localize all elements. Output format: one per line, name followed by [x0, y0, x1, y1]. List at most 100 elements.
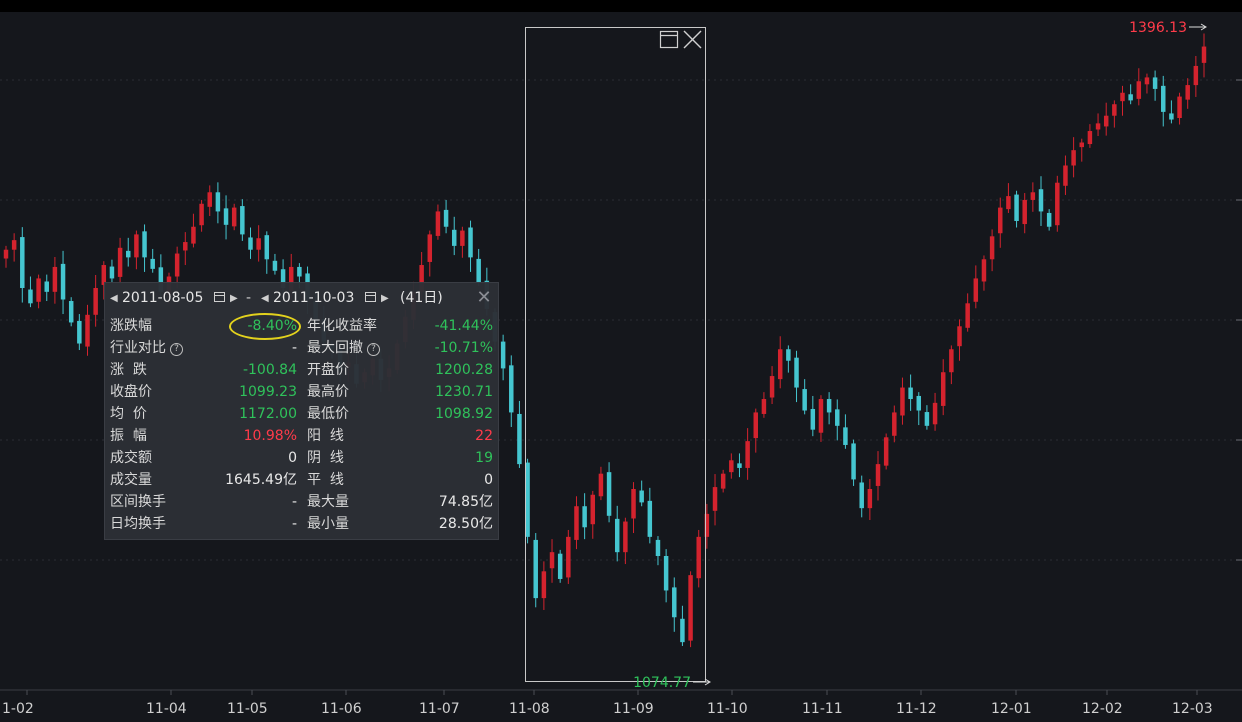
candle-body — [525, 462, 530, 537]
stat-label: 成交量 — [110, 472, 152, 488]
top-bar — [0, 0, 1242, 12]
candle-body — [810, 408, 816, 430]
candle-body — [663, 556, 669, 591]
candle-body — [443, 209, 449, 227]
candle-body — [892, 412, 897, 436]
start-date-field[interactable]: 2011-08-05 — [122, 289, 203, 307]
stats-row: 收盘价 1099.23 最高价 1230.71 — [105, 381, 498, 403]
candle-body — [989, 236, 995, 260]
candle-body — [223, 208, 229, 225]
candle-body — [639, 490, 644, 503]
candle-body — [745, 441, 750, 468]
candle-body — [476, 258, 481, 283]
candle-body — [932, 402, 938, 425]
stat-value: 1099.23 — [239, 384, 297, 400]
candle-body — [150, 258, 155, 269]
x-tick-label: 12-02 — [1082, 701, 1123, 717]
candle-body — [117, 247, 123, 277]
candle-body — [965, 303, 970, 328]
candle-body — [680, 618, 685, 643]
candle-body — [712, 487, 718, 511]
x-tick-label: 11-09 — [613, 701, 654, 717]
end-date-field[interactable]: 2011-10-03 — [273, 289, 354, 307]
stat-value: 0 — [288, 450, 297, 466]
stat-value: 0 — [484, 472, 493, 488]
candle-body — [248, 237, 253, 250]
candle-body — [468, 227, 473, 258]
candle-body — [647, 500, 653, 537]
close-panel-icon[interactable]: ✕ — [474, 288, 494, 308]
end-calendar-icon[interactable] — [365, 292, 376, 302]
candle-body — [60, 263, 66, 300]
help-icon[interactable]: ? — [367, 343, 380, 356]
start-calendar-icon[interactable] — [214, 292, 225, 302]
candle-body — [826, 399, 832, 413]
candle-body — [908, 387, 913, 400]
candle-body — [582, 506, 587, 528]
stat-label: 区间换手 — [110, 494, 166, 510]
candle-body — [973, 278, 979, 302]
candle-body — [672, 587, 677, 618]
end-prev-arrow-icon[interactable]: ◀ — [261, 290, 269, 308]
candle-body — [85, 314, 90, 347]
stat-label: 最大回撤? — [307, 337, 380, 359]
candle-body — [737, 463, 742, 468]
stat-value: - — [291, 516, 297, 532]
candle-body — [1136, 81, 1142, 99]
start-next-arrow-icon[interactable]: ▶ — [230, 290, 238, 308]
candle-body — [142, 231, 147, 258]
candle-body — [264, 235, 270, 260]
candle-body — [1055, 182, 1060, 226]
candle-body — [688, 575, 693, 641]
candle-body — [940, 372, 946, 406]
candle-body — [1112, 104, 1117, 116]
stat-value: -41.44% — [434, 318, 493, 334]
candle-body — [981, 259, 987, 282]
candle-body — [729, 460, 734, 473]
candle-body — [631, 489, 636, 519]
low-price-label: 1074.77 — [633, 675, 691, 691]
candle-body — [883, 437, 889, 466]
candle-body — [859, 482, 864, 509]
start-prev-arrow-icon[interactable]: ◀ — [110, 290, 118, 308]
candle-body — [1071, 150, 1076, 166]
stat-label: 阴 线 — [307, 450, 344, 466]
candle-body — [541, 571, 547, 599]
candle-body — [256, 238, 261, 250]
maximize-icon — [659, 30, 679, 49]
stat-label: 最大量 — [307, 494, 349, 510]
candle-body — [802, 389, 807, 411]
candle-body — [1046, 212, 1052, 227]
stats-row: 成交量 1645.49亿 平 线 0 — [105, 469, 498, 491]
high-price-label: 1396.13 — [1129, 20, 1187, 36]
candle-body — [557, 553, 563, 579]
highlight-oval — [229, 313, 301, 340]
candle-body — [753, 412, 759, 439]
stat-label: 最高价 — [307, 384, 349, 400]
stat-value: 1645.49亿 — [225, 472, 297, 488]
candle-body — [297, 266, 302, 277]
candle-body — [272, 260, 278, 271]
candle-body — [761, 399, 767, 414]
stat-value: 74.85亿 — [438, 494, 493, 510]
candle-body — [916, 395, 922, 411]
candle-body — [240, 206, 245, 235]
candle-body — [1103, 115, 1109, 127]
stats-row: 成交额 0 阴 线 19 — [105, 447, 498, 469]
x-tick-label: 11-06 — [321, 701, 362, 717]
candle-body — [1095, 123, 1101, 130]
candle-body — [191, 226, 196, 244]
stat-value: - — [291, 340, 297, 356]
x-tick-label: 1-02 — [2, 701, 34, 717]
candle-body — [3, 249, 9, 259]
end-next-arrow-icon[interactable]: ▶ — [381, 290, 389, 308]
help-icon[interactable]: ? — [170, 343, 183, 356]
stat-label: 振 幅 — [110, 428, 147, 444]
candle-body — [451, 229, 457, 246]
candle-body — [1185, 85, 1190, 100]
stat-label: 最低价 — [307, 406, 349, 422]
x-tick-label: 11-05 — [227, 701, 268, 717]
candle-body — [44, 281, 49, 292]
candle-body — [1063, 165, 1068, 186]
candle-body — [900, 387, 905, 416]
